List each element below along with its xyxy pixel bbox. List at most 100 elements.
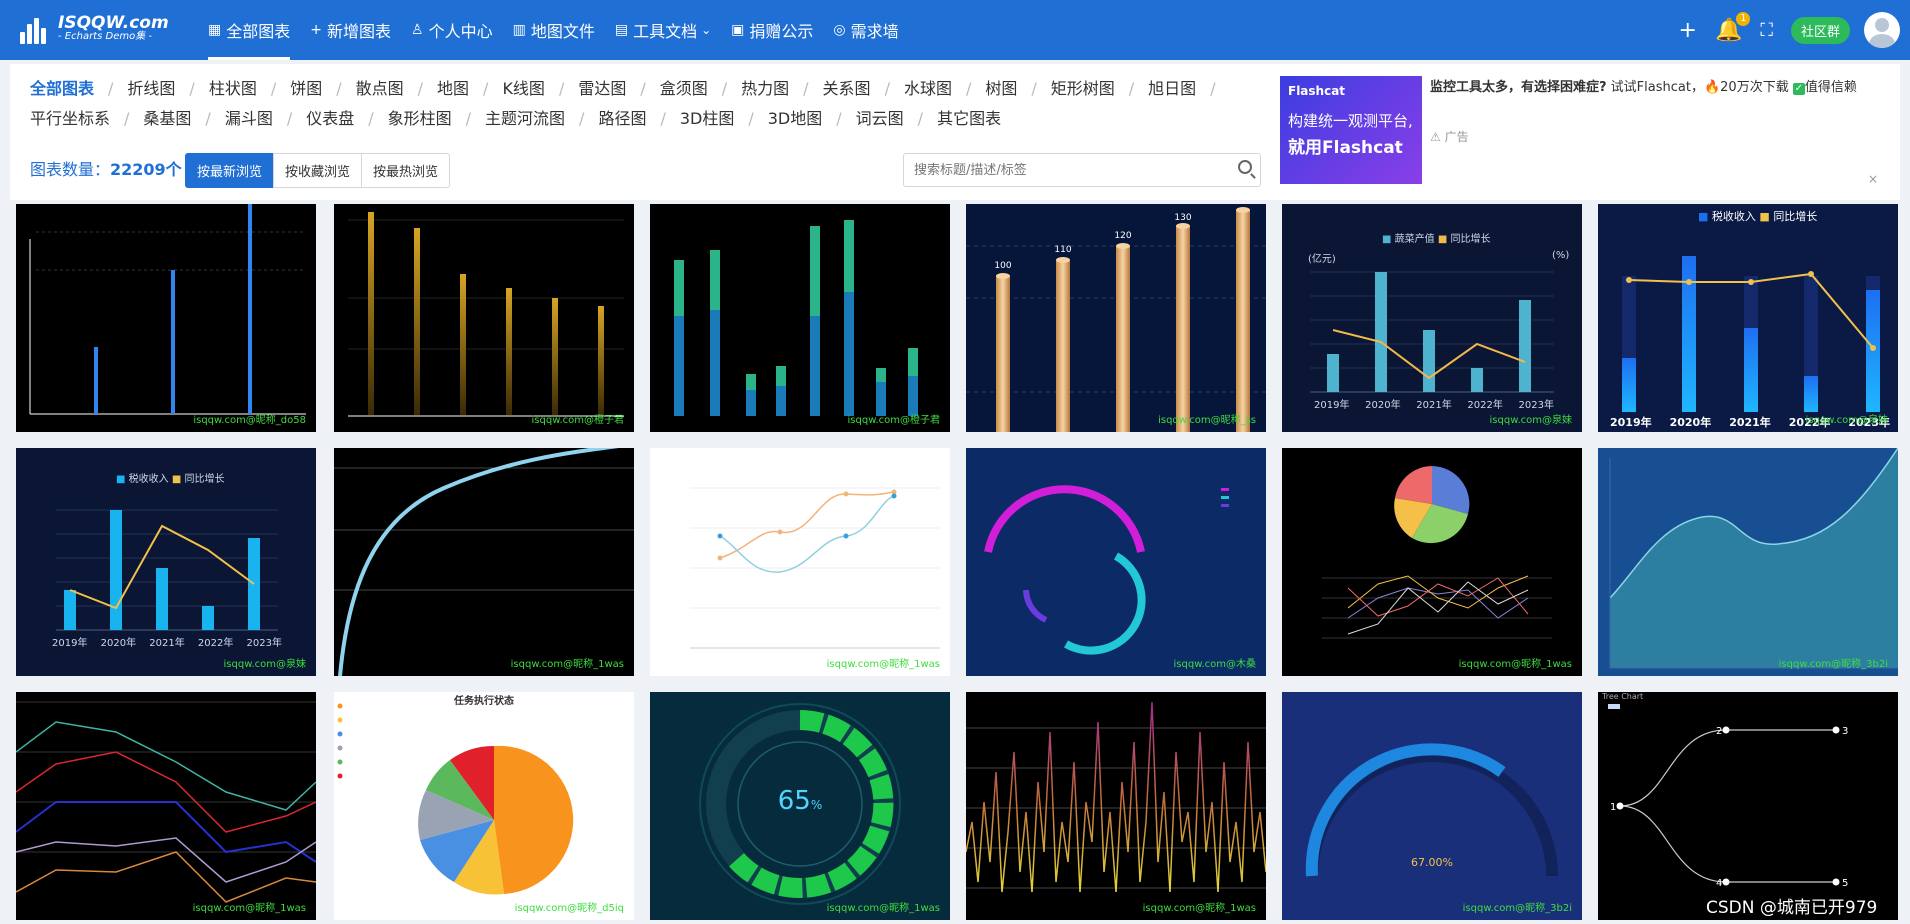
- category-separator: /: [124, 109, 130, 128]
- nav-request-wall[interactable]: ◎ 需求墙: [823, 0, 908, 60]
- category-separator: /: [270, 79, 277, 98]
- sort-favorites-button[interactable]: 按收藏浏览: [273, 153, 363, 188]
- chart-card[interactable]: ■ 税收收入 ■ 同比增长 2019年 2020年 2021年 2022年 2023年 …: [1598, 204, 1898, 432]
- category-link[interactable]: 路径图: [598, 104, 646, 134]
- category-link[interactable]: 折线图: [127, 74, 175, 104]
- check-icon: ✓: [1792, 83, 1805, 95]
- ad-label: ⚠ 广告: [1430, 130, 1469, 144]
- notification-badge: 1: [1736, 11, 1751, 26]
- category-list: 全部图表 / 折线图 / 柱状图 / 饼图 / 散点图 / 地图 / K线图 / 雷达图 / 盒须图 / 热力图 / 关…: [30, 74, 1280, 134]
- category-link[interactable]: 树图: [985, 74, 1017, 104]
- chart-card[interactable]: isqqw.com@木桑: [966, 448, 1266, 676]
- category-link[interactable]: 饼图: [290, 74, 322, 104]
- category-separator: /: [205, 109, 211, 128]
- nav-add-chart[interactable]: + 新增图表: [300, 0, 401, 60]
- document-icon: ▤: [614, 22, 629, 38]
- category-link[interactable]: 热力图: [741, 74, 789, 104]
- sort-latest-button[interactable]: 按最新浏览: [185, 153, 275, 188]
- chart-card[interactable]: 任务执行状态 isqqw.com@昵称_d5iq: [334, 692, 634, 920]
- sort-hottest-button[interactable]: 按最热浏览: [361, 153, 451, 188]
- chart-card[interactable]: isqqw.com@昵称_1was: [650, 448, 950, 676]
- chart-count: 图表数量：22209个: [30, 160, 182, 179]
- category-link[interactable]: 旭日图: [1148, 74, 1196, 104]
- card-watermark: isqqw.com@昵称_1was: [826, 903, 940, 914]
- search-box: [903, 153, 1261, 187]
- search-input[interactable]: [904, 154, 1214, 186]
- category-link[interactable]: 仪表盘: [306, 104, 354, 134]
- category-separator: /: [836, 109, 842, 128]
- search-icon[interactable]: [1238, 160, 1252, 174]
- ad-brand: Flashcat: [1288, 84, 1346, 98]
- chart-card[interactable]: 65% isqqw.com@昵称_1was: [650, 692, 950, 920]
- category-separator: /: [660, 109, 666, 128]
- card-x-axis: 2019年 2020年 2021年 2022年 2023年: [1314, 400, 1554, 411]
- category-link[interactable]: K线图: [502, 74, 545, 104]
- chart-card[interactable]: 67.00% isqqw.com@昵称_3b2i: [1282, 692, 1582, 920]
- chart-card[interactable]: isqqw.com@橙子君: [650, 204, 950, 432]
- site-logo[interactable]: ISQQW.com - Echarts Demo集 -: [18, 14, 178, 46]
- category-link[interactable]: 地图: [437, 74, 469, 104]
- category-separator: /: [189, 79, 195, 98]
- category-link[interactable]: 其它图表: [937, 104, 1001, 134]
- chart-card[interactable]: isqqw.com@昵称_1was: [966, 692, 1266, 920]
- category-link[interactable]: 全部图表: [30, 74, 94, 104]
- category-link[interactable]: 关系图: [823, 74, 871, 104]
- category-separator: /: [108, 79, 114, 98]
- fire-icon: 🔥: [1703, 80, 1721, 95]
- svg-text:1: 1: [1610, 802, 1616, 813]
- add-icon[interactable]: +: [1679, 18, 1697, 43]
- category-separator: /: [721, 79, 728, 98]
- card-watermark: isqqw.com@昵称_do58: [193, 415, 306, 426]
- nav-tool-docs[interactable]: ▤ 工具文档 ⌄: [605, 0, 721, 60]
- category-link[interactable]: 漏斗图: [225, 104, 273, 134]
- card-watermark: isqqw.com@泉妹: [223, 659, 306, 670]
- svg-text:4: 4: [1716, 878, 1722, 889]
- category-link[interactable]: 3D地图: [768, 104, 823, 134]
- card-watermark: isqqw.com@昵称_1was: [192, 903, 306, 914]
- chart-card[interactable]: ■ 蔬菜产值 ■ 同比增长 (亿元) (%) 2019年 2020年 2021年 20…: [1282, 204, 1582, 432]
- chart-card[interactable]: isqqw.com@昵称_1was: [1282, 448, 1582, 676]
- nav-personal-center[interactable]: ♙ 个人中心: [401, 0, 503, 60]
- category-link[interactable]: 雷达图: [578, 74, 626, 104]
- category-separator: /: [1031, 79, 1037, 98]
- category-separator: /: [884, 79, 890, 98]
- nav-map-files[interactable]: ▥ 地图文件: [503, 0, 605, 60]
- category-link[interactable]: 词云图: [856, 104, 904, 134]
- ad-banner-image[interactable]: Flashcat 构建统一观测平台, 就用Flashcat: [1280, 76, 1422, 184]
- chart-card[interactable]: 1 2 4 3 5 Tree Chart: [1598, 692, 1898, 920]
- svg-text:110: 110: [1054, 245, 1071, 255]
- nav-all-charts[interactable]: ▦ 全部图表: [198, 0, 300, 60]
- card-watermark: isqqw.com@昵称_3b2i: [1462, 903, 1572, 914]
- category-separator: /: [965, 79, 972, 98]
- category-link[interactable]: 矩形树图: [1051, 74, 1115, 104]
- category-separator: /: [579, 109, 585, 128]
- ad-text[interactable]: 监控工具太多，有选择困难症? 试试Flashcat，🔥20万次下载 ✓ 值得信赖: [1430, 78, 1870, 97]
- nav-donations[interactable]: ▣ 捐赠公示: [721, 0, 823, 60]
- chart-card[interactable]: isqqw.com@昵称_1was: [16, 692, 316, 920]
- chart-card[interactable]: isqqw.com@昵称_do58: [16, 204, 316, 432]
- category-link[interactable]: 盒须图: [660, 74, 708, 104]
- category-link[interactable]: 散点图: [356, 74, 404, 104]
- ad-close-icon[interactable]: ×: [1868, 172, 1878, 186]
- category-link[interactable]: 象形柱图: [388, 104, 452, 134]
- chart-card[interactable]: isqqw.com@昵称_3b2i: [1598, 448, 1898, 676]
- chart-card[interactable]: isqqw.com@橙子君: [334, 204, 634, 432]
- card-gauge-value: 65%: [777, 786, 823, 816]
- card-watermark: isqqw.com@昵称_1was: [1142, 903, 1256, 914]
- chart-card[interactable]: 100 110 120 130 isqqw.com@昵称_ss: [966, 204, 1266, 432]
- bell-icon[interactable]: 🔔 1: [1715, 11, 1751, 43]
- fullscreen-icon[interactable]: ⛶: [1760, 20, 1773, 41]
- chart-card[interactable]: ■ 税收收入 ■ 同比增长 2019年 2020年 2021年 2022年 2023年 …: [16, 448, 316, 676]
- category-link[interactable]: 3D柱图: [680, 104, 735, 134]
- category-separator: /: [286, 109, 293, 128]
- chart-card[interactable]: isqqw.com@昵称_1was: [334, 448, 634, 676]
- category-link[interactable]: 桑基图: [143, 104, 191, 134]
- logo-title: ISQQW.com: [58, 13, 169, 33]
- donate-icon: ▣: [731, 22, 745, 38]
- category-link[interactable]: 水球图: [904, 74, 952, 104]
- category-link[interactable]: 平行坐标系: [30, 104, 110, 134]
- community-button[interactable]: 社区群: [1790, 16, 1850, 44]
- category-link[interactable]: 柱状图: [209, 74, 257, 104]
- category-link[interactable]: 主题河流图: [485, 104, 565, 134]
- avatar[interactable]: [1864, 12, 1900, 48]
